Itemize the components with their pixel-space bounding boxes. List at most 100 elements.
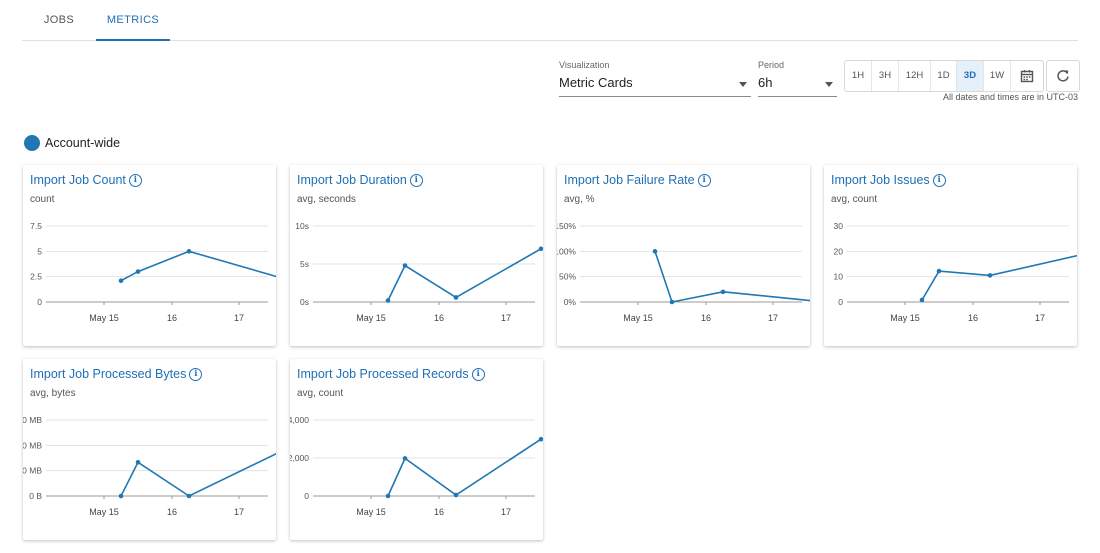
calendar-button[interactable] [1011, 61, 1043, 91]
y-tick-label: 0s [300, 297, 309, 307]
tab-bar: JOBS METRICS [22, 0, 1078, 41]
period-1w-button[interactable]: 1W [984, 61, 1011, 91]
data-point[interactable] [118, 278, 124, 284]
period-3d-button[interactable]: 3D [957, 61, 984, 91]
data-point[interactable] [987, 273, 993, 278]
y-tick-label: 50% [559, 272, 576, 282]
data-point[interactable] [118, 493, 124, 499]
x-tick-label: 16 [701, 313, 711, 323]
y-tick-label: 2,000 [290, 453, 309, 463]
x-tick-label: 16 [167, 313, 177, 323]
visualization-select[interactable]: Visualization Metric Cards [559, 60, 751, 97]
y-tick-label: 5s [300, 259, 309, 269]
metric-card-import-job-processed-bytes: Import Job Processed Bytes i avg, bytes 0… [23, 359, 276, 540]
data-point[interactable] [385, 298, 391, 303]
period-12h-button[interactable]: 12H [899, 61, 931, 91]
x-tick-label: 17 [1035, 313, 1045, 323]
x-tick-label: 16 [434, 313, 444, 323]
data-point[interactable] [186, 493, 192, 499]
period-1h-button[interactable]: 1H [845, 61, 872, 91]
metric-card-import-job-count: Import Job Count i count 0 2.5 5 7.5 May 15 16… [23, 165, 276, 346]
x-tick-label: 17 [234, 313, 244, 323]
y-tick-label: 0 B [29, 491, 42, 501]
y-tick-label: 7.5 [30, 221, 42, 231]
data-point[interactable] [453, 295, 459, 300]
x-tick-label: 17 [501, 313, 511, 323]
metric-card-import-job-failure-rate: Import Job Failure Ratei avg, % 0%50%100… [557, 165, 810, 346]
x-tick-label: 16 [968, 313, 978, 323]
y-tick-label: 0% [564, 297, 577, 307]
y-tick-label: 10s [295, 221, 309, 231]
y-tick-label: 0 [37, 297, 42, 307]
refresh-icon [1057, 70, 1069, 82]
metric-card-import-job-issues: Import Job Issues i avg, count 0 10 20 30 May… [824, 165, 1077, 346]
x-tick-label: May 15 [89, 313, 119, 323]
y-tick-label: 0 [304, 491, 309, 501]
y-tick-label: 4,000 [290, 415, 309, 425]
series-line [120, 452, 276, 497]
series-line [387, 248, 542, 301]
y-tick-label: 20 MB [23, 440, 42, 450]
period-1d-button[interactable]: 1D [931, 61, 957, 91]
period-3h-button[interactable]: 3H [872, 61, 899, 91]
y-tick-label: 30 MB [23, 415, 42, 425]
y-tick-label: 0 [838, 297, 843, 307]
line-chart: 0 2.5 5 7.5 May 15 16 17 [30, 221, 276, 323]
legend-swatch [24, 135, 40, 151]
y-tick-label: 20 [834, 246, 844, 256]
y-tick-label: 5 [37, 246, 42, 256]
x-tick-label: 17 [768, 313, 778, 323]
period-button-group: 1H 3H 12H 1D 3D 1W [844, 60, 1044, 92]
legend-label: Account-wide [45, 136, 121, 150]
x-tick-label: 16 [167, 507, 177, 517]
data-point[interactable] [936, 268, 942, 274]
data-point[interactable] [135, 269, 141, 274]
period-value: 6h [758, 75, 773, 90]
tab-jobs[interactable]: JOBS [22, 0, 96, 39]
y-tick-label: 100% [557, 246, 576, 256]
data-point[interactable] [402, 263, 408, 268]
calendar-icon [1020, 70, 1034, 83]
x-tick-label: May 15 [89, 507, 119, 517]
y-tick-label: 2.5 [30, 272, 42, 282]
period-select[interactable]: Period 6h [758, 60, 837, 97]
data-point[interactable] [919, 297, 925, 303]
timezone-note: All dates and times are in UTC-03 [942, 92, 1078, 102]
line-chart: 0 B 10 MB 20 MB 30 MB May 15 16 17 [23, 415, 276, 517]
metric-card-import-job-duration: Import Job Duration i avg, seconds 0s 5s 10… [290, 165, 543, 346]
data-point[interactable] [135, 460, 141, 465]
series-line [921, 254, 1077, 301]
metric-card-import-job-processed-records: Import Job Processed Records i avg, count… [290, 359, 543, 540]
visualization-label: Visualization [559, 60, 610, 70]
x-tick-label: 17 [234, 507, 244, 517]
x-tick-label: May 15 [890, 313, 920, 323]
y-tick-label: 10 MB [23, 466, 42, 476]
data-point[interactable] [385, 493, 391, 499]
chevron-down-icon [739, 82, 747, 87]
data-point[interactable] [402, 456, 408, 461]
data-point[interactable] [186, 249, 192, 254]
refresh-button[interactable] [1046, 60, 1080, 92]
visualization-value: Metric Cards [559, 75, 633, 90]
period-label: Period [758, 60, 785, 70]
data-point[interactable] [669, 299, 675, 305]
y-tick-label: 30 [834, 221, 844, 231]
series-line [387, 438, 542, 497]
x-tick-label: 16 [434, 507, 444, 517]
x-tick-label: May 15 [356, 507, 386, 517]
line-chart: 0 2,000 4,000 May 15 16 17 [290, 415, 543, 517]
legend: Account-wide [24, 135, 120, 151]
tab-metrics[interactable]: METRICS [96, 0, 170, 41]
x-tick-label: May 15 [356, 313, 386, 323]
data-point[interactable] [453, 492, 459, 498]
data-point[interactable] [652, 249, 658, 254]
line-chart: 0% 50% 100% 150% May 15 16 17 [557, 221, 810, 323]
y-tick-label: 150% [557, 221, 576, 231]
data-point[interactable] [720, 289, 726, 295]
chevron-down-icon [825, 82, 833, 87]
line-chart: 0 10 20 30 May 15 16 17 [834, 221, 1077, 323]
line-chart: 0s 5s 10s May 15 16 17 [295, 221, 543, 323]
x-tick-label: 17 [501, 507, 511, 517]
y-tick-label: 10 [834, 272, 844, 282]
x-tick-label: May 15 [623, 313, 653, 323]
